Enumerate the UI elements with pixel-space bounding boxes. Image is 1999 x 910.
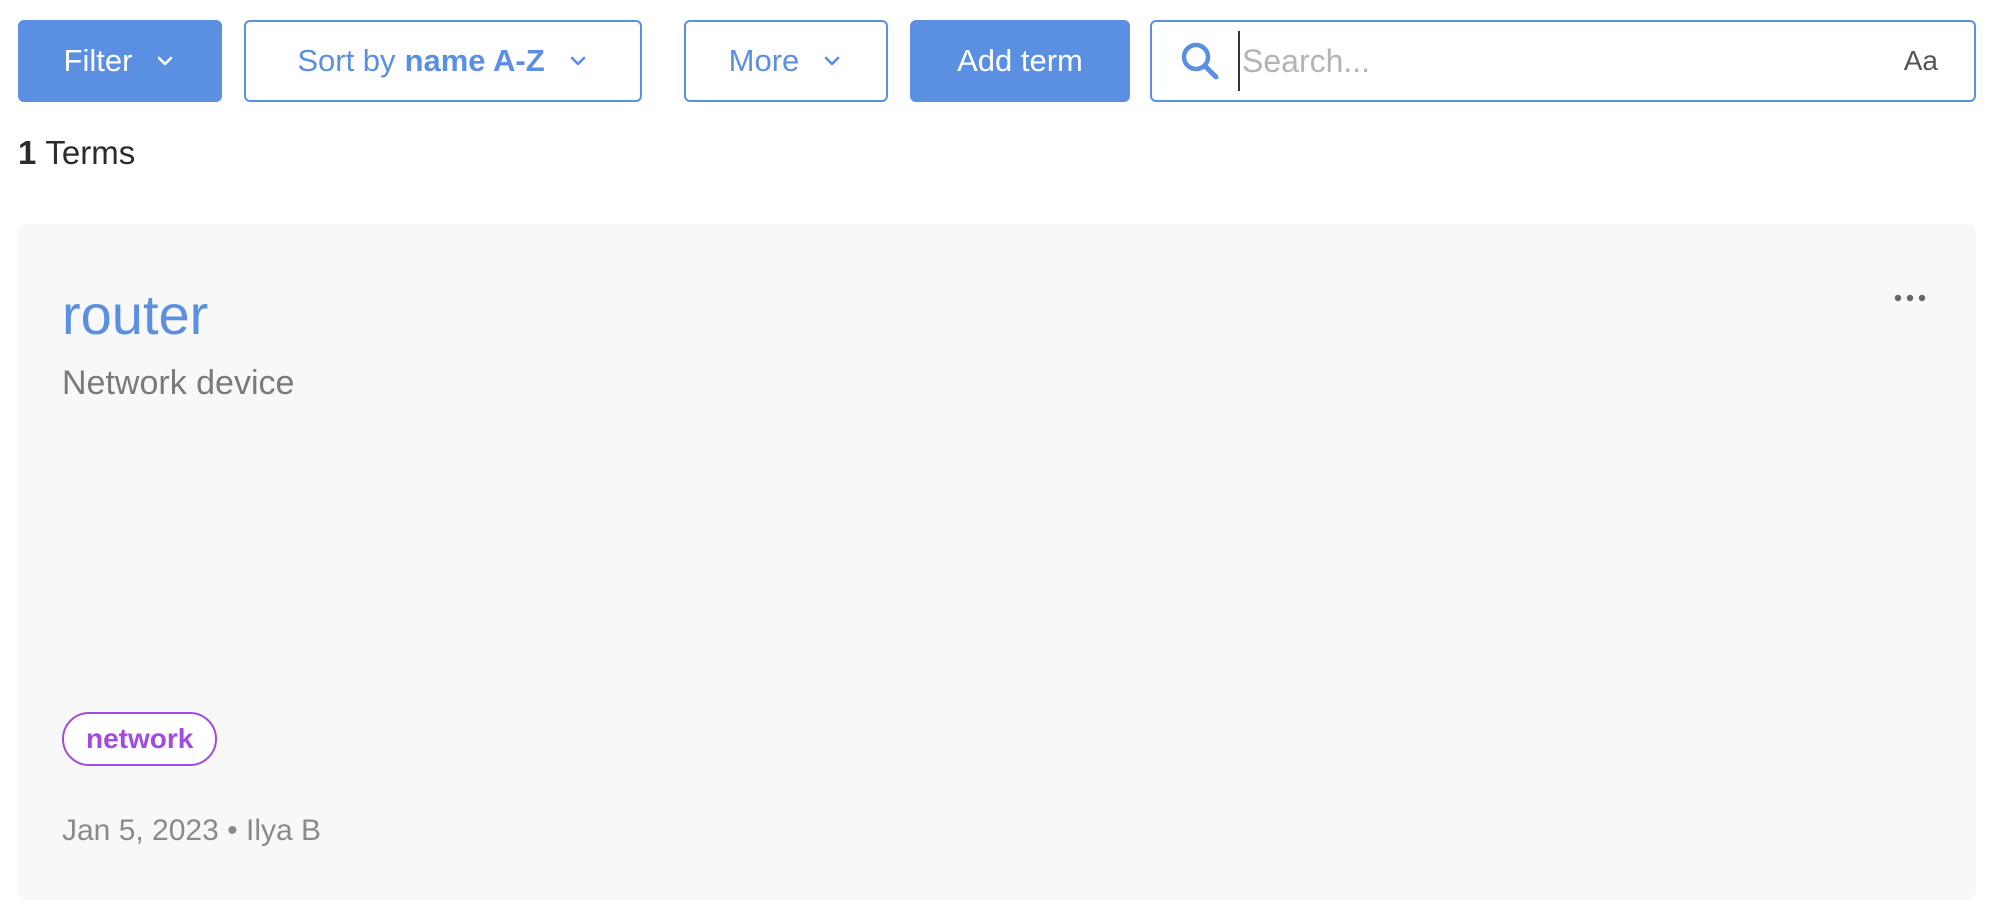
term-date: Jan 5, 2023 [62, 814, 219, 847]
results-count: 1 Terms [18, 134, 135, 172]
search-box: Aa [1150, 20, 1976, 102]
term-card: router Network device network Jan 5, 202… [18, 224, 1976, 900]
sort-value-label: name A-Z [404, 43, 545, 78]
results-count-label: Terms [45, 134, 136, 171]
results-count-number: 1 [18, 134, 37, 171]
chevron-down-icon [567, 50, 589, 72]
search-icon [1178, 39, 1222, 83]
term-author: Ilya B [246, 814, 322, 847]
more-button-label: More [728, 43, 800, 78]
meta-separator: • [227, 814, 238, 847]
sort-prefix-label: Sort by [297, 43, 396, 78]
term-title[interactable]: router [62, 282, 208, 347]
term-tag[interactable]: network [62, 712, 218, 766]
match-case-toggle[interactable]: Aa [1904, 45, 1938, 77]
term-meta: Jan 5, 2023 • Ilya B [62, 814, 321, 848]
filter-button[interactable]: Filter [18, 20, 222, 102]
add-term-button[interactable]: Add term [910, 20, 1130, 102]
chevron-down-icon [821, 50, 843, 72]
more-button[interactable]: More [684, 20, 888, 102]
term-description: Network device [62, 364, 295, 402]
add-term-button-label: Add term [957, 43, 1083, 78]
toolbar: Filter Sort by name A-Z More Add term Aa [18, 20, 1976, 102]
chevron-down-icon [154, 50, 176, 72]
more-horizontal-icon[interactable] [1888, 284, 1932, 312]
filter-button-label: Filter [63, 43, 133, 78]
sort-button[interactable]: Sort by name A-Z [244, 20, 642, 102]
search-input[interactable] [1238, 31, 1884, 91]
